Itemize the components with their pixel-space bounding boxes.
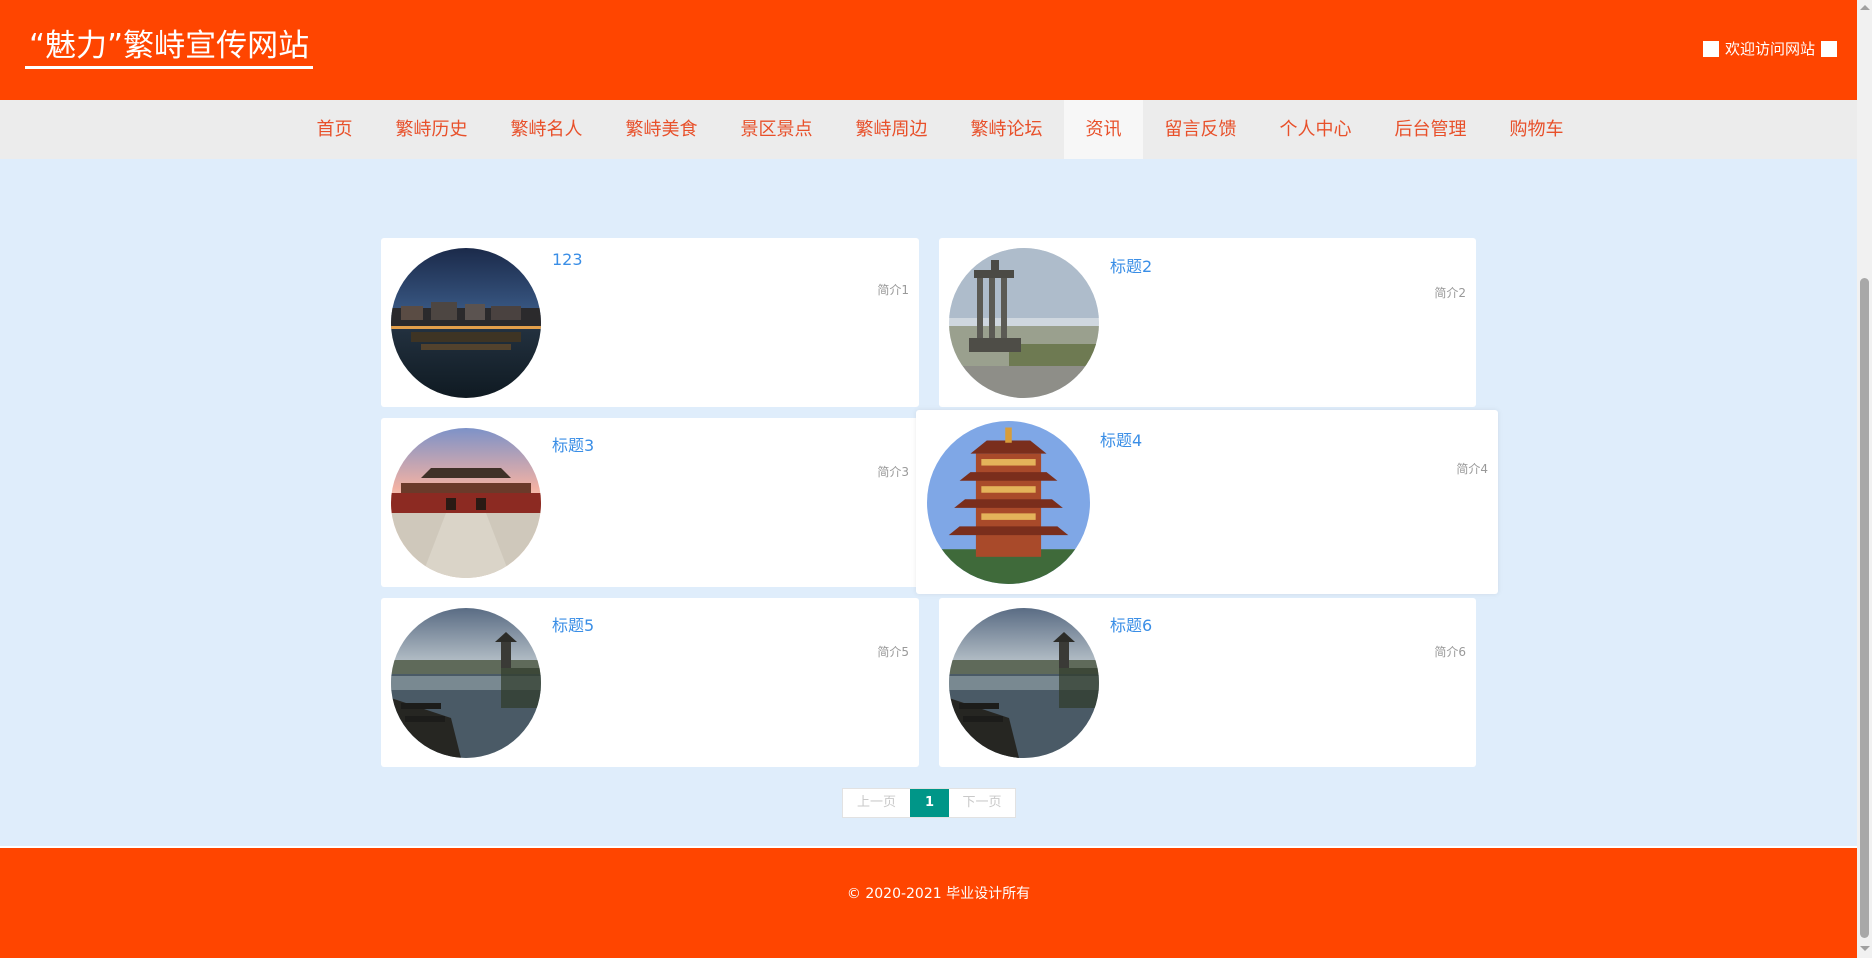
nav-item-news[interactable]: 资讯 [1064,100,1143,159]
nav-item-feedback[interactable]: 留言反馈 [1143,100,1258,159]
nav-item-food[interactable]: 繁峙美食 [604,100,719,159]
news-card[interactable]: 标题6 简介6 [939,598,1476,767]
site-title[interactable]: “魅力”繁峙宣传网站 [25,26,314,69]
nav-item-forum[interactable]: 繁峙论坛 [949,100,1064,159]
vertical-scrollbar[interactable] [1857,0,1872,958]
news-thumbnail[interactable] [927,421,1090,584]
news-thumbnail[interactable] [391,248,541,398]
news-summary: 简介5 [877,645,909,659]
pagination: 上一页 1 下一页 [842,788,1016,818]
square-icon [1821,40,1837,57]
site-footer: © 2020-2021 毕业设计所有 [0,846,1857,958]
news-title[interactable]: 123 [552,250,583,269]
news-thumbnail[interactable] [391,428,541,578]
nav-item-profile[interactable]: 个人中心 [1258,100,1373,159]
welcome-banner: 欢迎访问网站 [1702,38,1837,59]
nav-item-surroundings[interactable]: 繁峙周边 [834,100,949,159]
news-summary: 简介6 [1434,645,1466,659]
news-title[interactable]: 标题6 [1110,612,1152,636]
news-title[interactable]: 标题5 [552,612,594,636]
prev-page-button[interactable]: 上一页 [843,789,910,817]
news-summary: 简介2 [1434,286,1466,300]
news-card[interactable]: 标题4 简介4 [916,410,1498,594]
news-card[interactable]: 标题5 简介5 [381,598,919,767]
page: “魅力”繁峙宣传网站 欢迎访问网站 首页 繁峙历史 繁峙名人 繁峙美食 景区景点… [0,0,1857,958]
square-icon [1702,40,1719,57]
scrollbar-thumb[interactable] [1860,278,1869,938]
news-summary: 简介1 [877,283,909,297]
news-thumbnail[interactable] [949,248,1099,398]
nav-item-celebrities[interactable]: 繁峙名人 [489,100,604,159]
news-summary: 简介3 [877,465,909,479]
nav-item-home[interactable]: 首页 [295,100,374,159]
site-header: “魅力”繁峙宣传网站 欢迎访问网站 [0,0,1857,100]
nav-item-attractions[interactable]: 景区景点 [719,100,834,159]
news-card[interactable]: 标题2 简介2 [939,238,1476,407]
nav-item-history[interactable]: 繁峙历史 [374,100,489,159]
scroll-up-arrow-icon[interactable] [1860,5,1870,10]
nav-item-cart[interactable]: 购物车 [1488,100,1585,159]
welcome-text: 欢迎访问网站 [1724,40,1815,58]
news-thumbnail[interactable] [949,608,1099,758]
main-nav: 首页 繁峙历史 繁峙名人 繁峙美食 景区景点 繁峙周边 繁峙论坛 资讯 留言反馈… [0,100,1857,159]
news-title[interactable]: 标题2 [1110,253,1152,277]
news-title[interactable]: 标题4 [1100,427,1142,451]
copyright-text: © 2020-2021 毕业设计所有 [846,886,1031,902]
news-thumbnail[interactable] [391,608,541,758]
next-page-button[interactable]: 下一页 [949,789,1015,817]
news-card[interactable]: 标题3 简介3 [381,418,919,587]
nav-item-admin[interactable]: 后台管理 [1373,100,1488,159]
news-summary: 简介4 [1456,462,1488,476]
page-number-button[interactable]: 1 [910,789,949,817]
news-title[interactable]: 标题3 [552,432,594,456]
news-card[interactable]: 123 简介1 [381,238,919,407]
scroll-down-arrow-icon[interactable] [1860,946,1870,951]
